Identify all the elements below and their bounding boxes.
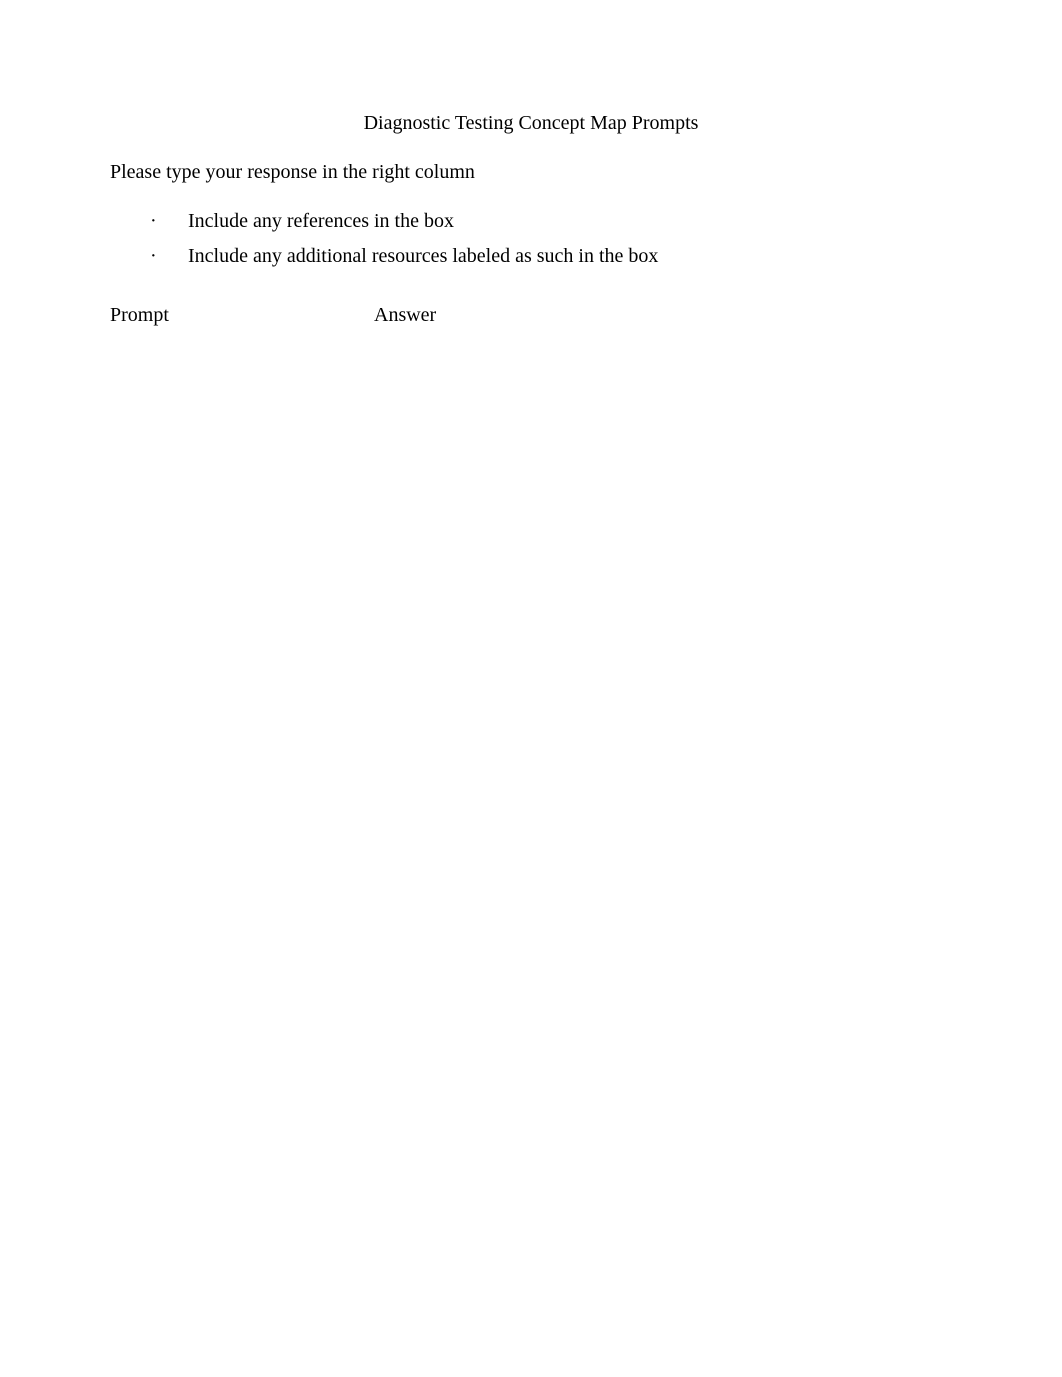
table-header-row: Prompt Answer <box>110 294 952 327</box>
document-title: Diagnostic Testing Concept Map Prompts <box>110 112 952 135</box>
column-header-prompt: Prompt <box>110 304 374 327</box>
list-item-text: Include any additional resources labeled… <box>188 245 658 268</box>
list-item-text: Include any references in the box <box>188 210 454 233</box>
bullet-list: · Include any references in the box · In… <box>110 210 952 268</box>
bullet-icon: · <box>148 245 188 268</box>
column-header-answer: Answer <box>374 304 436 327</box>
list-item: · Include any additional resources label… <box>148 245 952 268</box>
bullet-icon: · <box>148 210 188 233</box>
instruction-text: Please type your response in the right c… <box>110 161 952 184</box>
list-item: · Include any references in the box <box>148 210 952 233</box>
